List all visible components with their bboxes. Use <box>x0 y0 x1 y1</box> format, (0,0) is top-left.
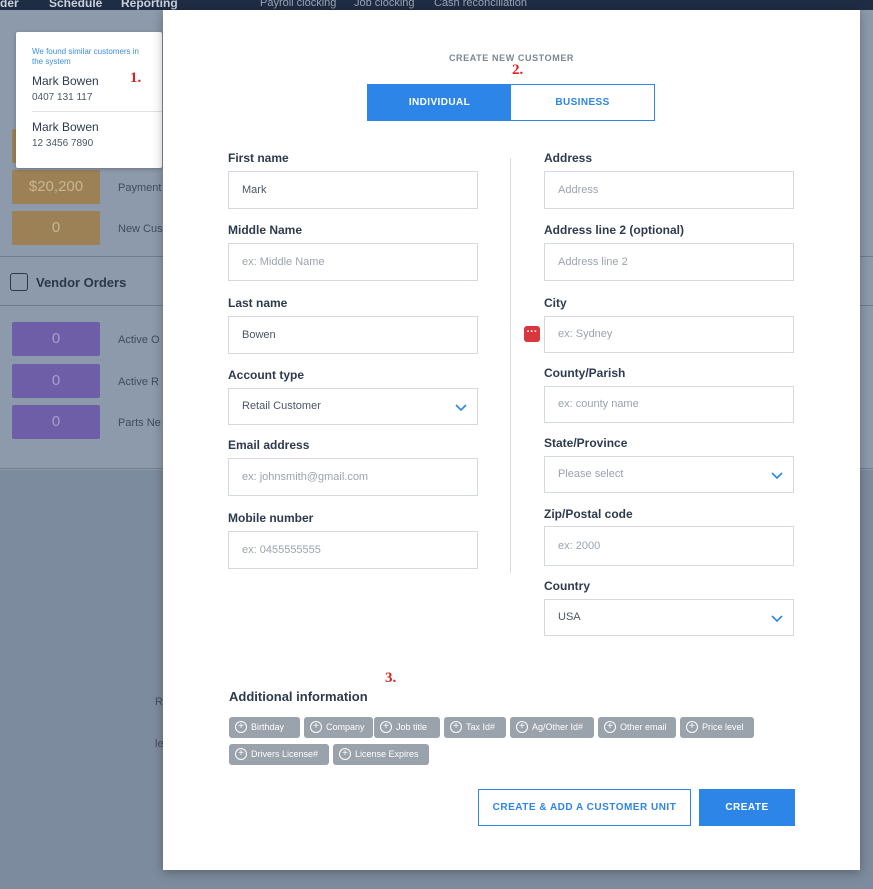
vendor-stat-box[interactable]: 0 <box>12 322 100 356</box>
account-type-label: Account type <box>228 368 305 382</box>
create-button[interactable]: CREATE <box>699 789 795 826</box>
chevron-down-icon <box>455 404 467 412</box>
chip-label: Job title <box>396 722 428 732</box>
county-input[interactable]: ex: county name <box>544 386 794 423</box>
first-name-input[interactable]: Mark <box>228 171 478 209</box>
state-label: State/Province <box>544 436 628 450</box>
email-label: Email address <box>228 438 310 452</box>
plus-icon: + <box>339 748 351 760</box>
plus-icon: + <box>450 721 462 733</box>
modal-title: CREATE NEW CUSTOMER <box>448 53 575 63</box>
plus-icon: + <box>235 748 247 760</box>
vendor-stat-label: Active O <box>118 334 160 346</box>
nav-item-cash-reconciliation[interactable]: Cash reconciliation <box>434 0 527 9</box>
chip-label: Drivers License# <box>251 749 319 759</box>
annotation-3: 3. <box>385 670 397 686</box>
add-birthday-chip[interactable]: + Birthday <box>229 717 300 738</box>
chip-label: Ag/Other Id# <box>532 722 584 732</box>
state-select[interactable]: Please select <box>544 456 794 493</box>
nav-item-job-clocking[interactable]: Job clocking <box>354 0 415 9</box>
password-manager-icon[interactable]: ··· <box>524 326 540 342</box>
country-select[interactable]: USA <box>544 599 794 636</box>
plus-icon: + <box>686 721 698 733</box>
country-value: USA <box>558 611 581 623</box>
county-label: County/Parish <box>544 366 626 380</box>
address-label: Address <box>544 151 593 165</box>
mobile-label: Mobile number <box>228 511 314 525</box>
middle-name-input[interactable]: ex: Middle Name <box>228 243 478 281</box>
city-input[interactable]: ex: Sydney <box>544 316 794 353</box>
plus-icon: + <box>604 721 616 733</box>
chevron-down-icon <box>771 615 783 623</box>
address2-label: Address line 2 (optional) <box>544 223 685 237</box>
similar-customer-phone: 0407 131 117 <box>32 92 93 103</box>
address2-input[interactable]: Address line 2 <box>544 243 794 281</box>
plus-icon: + <box>516 721 528 733</box>
zip-input[interactable]: ex: 2000 <box>544 526 794 566</box>
annotation-1: 1. <box>130 70 142 86</box>
add-job-title-chip[interactable]: + Job title <box>374 717 440 738</box>
plus-icon: + <box>235 721 247 733</box>
vendor-stat-label: Parts Ne <box>118 417 161 429</box>
divider <box>32 111 162 112</box>
zip-label: Zip/Postal code <box>544 507 633 521</box>
vendor-stat-label: Active R <box>118 376 159 388</box>
stat-box[interactable]: 0 <box>12 211 100 245</box>
add-tax-id-chip[interactable]: + Tax Id# <box>444 717 506 738</box>
add-license-expires-chip[interactable]: + License Expires <box>333 744 429 765</box>
first-name-label: First name <box>228 151 289 165</box>
vendor-orders-icon <box>10 273 28 291</box>
add-drivers-license-chip[interactable]: + Drivers License# <box>229 744 329 765</box>
customer-type-toggle: INDIVIDUAL BUSINESS <box>367 84 655 121</box>
add-other-email-chip[interactable]: + Other email <box>598 717 676 738</box>
stat-label: Payment <box>118 182 162 194</box>
add-company-chip[interactable]: + Company <box>304 717 373 738</box>
tab-individual[interactable]: INDIVIDUAL <box>368 85 511 120</box>
similar-customer-name[interactable]: Mark Bowen <box>32 74 99 88</box>
similar-customers-note: We found similar customers in the system <box>32 47 139 66</box>
stat-label: New Cus <box>118 223 163 235</box>
chip-label: Company <box>326 722 365 732</box>
additional-info-heading: Additional information <box>229 689 368 704</box>
nav-item-payroll-clocking[interactable]: Payroll clocking <box>260 0 336 9</box>
mobile-field[interactable]: ex: 0455555555 <box>228 531 478 569</box>
chip-label: Other email <box>620 722 667 732</box>
nav-item-fragment[interactable]: der <box>0 0 19 10</box>
nav-item-reporting[interactable]: Reporting <box>121 0 178 10</box>
chevron-down-icon <box>771 472 783 480</box>
last-name-input[interactable]: Bowen <box>228 316 478 354</box>
vendor-stat-box[interactable]: 0 <box>12 364 100 398</box>
chip-label: Tax Id# <box>466 722 496 732</box>
account-type-value: Retail Customer <box>242 400 321 412</box>
bg-fragment: R <box>155 696 163 708</box>
country-label: Country <box>544 579 590 593</box>
account-type-select[interactable]: Retail Customer <box>228 388 478 425</box>
create-and-add-unit-button[interactable]: CREATE & ADD A CUSTOMER UNIT <box>478 789 691 826</box>
tab-business[interactable]: BUSINESS <box>511 85 654 120</box>
add-price-level-chip[interactable]: + Price level <box>680 717 754 738</box>
column-divider <box>510 158 511 573</box>
email-field[interactable]: ex: johnsmith@gmail.com <box>228 458 478 496</box>
similar-customer-name[interactable]: Mark Bowen <box>32 120 99 134</box>
address-input[interactable]: Address <box>544 171 794 209</box>
chip-label: License Expires <box>355 749 419 759</box>
stat-box[interactable]: $20,200 <box>12 170 100 204</box>
state-placeholder: Please select <box>558 468 624 480</box>
top-navigation: der Schedule Reporting Payroll clocking … <box>0 0 873 10</box>
plus-icon: + <box>380 721 392 733</box>
last-name-label: Last name <box>228 296 288 310</box>
add-other-id-chip[interactable]: + Ag/Other Id# <box>510 717 594 738</box>
annotation-2: 2. <box>512 62 524 78</box>
vendor-orders-heading: Vendor Orders <box>36 275 127 290</box>
create-customer-modal: CREATE NEW CUSTOMER INDIVIDUAL BUSINESS … <box>163 10 860 870</box>
similar-customer-phone: 12 3456 7890 <box>32 138 94 149</box>
vendor-stat-box[interactable]: 0 <box>12 405 100 439</box>
middle-name-label: Middle Name <box>228 223 303 237</box>
plus-icon: + <box>310 721 322 733</box>
chip-label: Birthday <box>251 722 285 732</box>
chip-label: Price level <box>702 722 744 732</box>
nav-item-schedule[interactable]: Schedule <box>49 0 102 10</box>
city-label: City <box>544 296 567 310</box>
